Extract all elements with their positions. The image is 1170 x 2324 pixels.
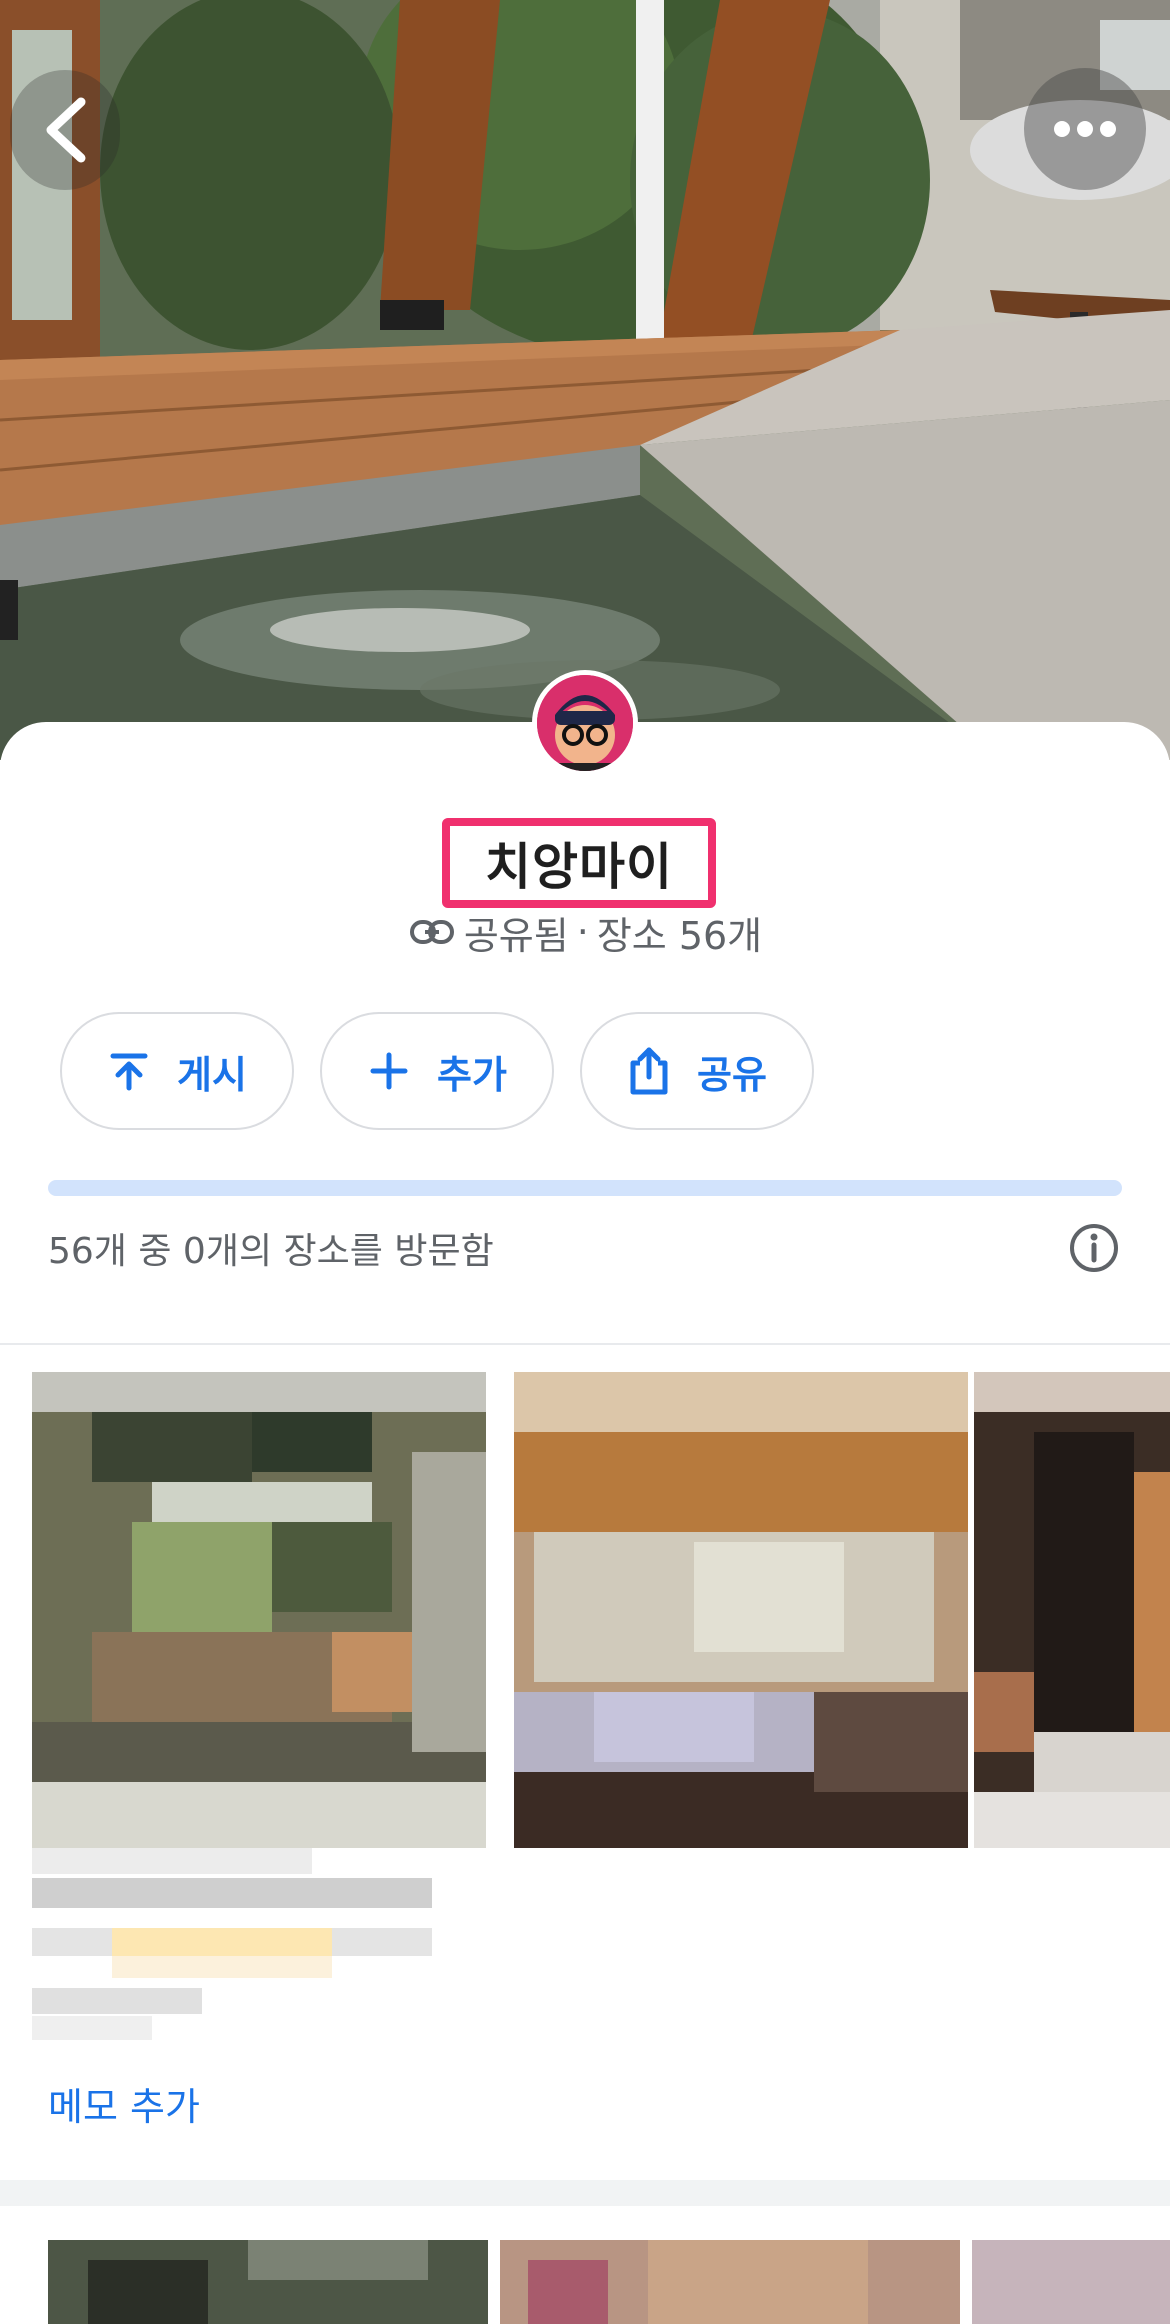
share-button[interactable]: 공유 [580,1012,814,1130]
hero-photo [0,0,1170,760]
shared-label: 공유됨 [463,913,569,958]
info-icon[interactable] [1068,1222,1120,1274]
more-horizontal-icon [1054,121,1116,137]
place-photo[interactable] [974,1372,1170,1848]
post-label: 게시 [177,1052,247,1097]
share-label: 공유 [697,1052,767,1097]
chevron-left-icon [46,97,86,163]
share-icon [627,1047,671,1095]
add-button[interactable]: 추가 [320,1012,554,1130]
visited-count-text: 56개 중 0개의 장소를 방문함 [48,1231,494,1272]
item-separator [0,2180,1170,2206]
add-memo-link[interactable]: 메모 추가 [48,2076,200,2131]
add-label: 추가 [437,1052,507,1097]
list-meta: 공유됨 · 장소 56개 [0,904,1170,960]
section-divider [0,1343,1170,1345]
place-photo[interactable] [514,1372,968,1848]
post-button[interactable]: 게시 [60,1012,294,1130]
action-buttons: 게시 추가 공유 [60,1012,814,1130]
plus-icon [367,1047,411,1095]
list-title: 치앙마이 [485,838,673,896]
visited-progress-bar [48,1180,1122,1196]
back-button[interactable] [10,70,120,190]
list-title-highlight: 치앙마이 [442,818,716,908]
upload-icon [107,1047,151,1095]
place-info-blurred[interactable] [32,1848,472,2044]
meta-separator: · [576,910,589,954]
link-icon [408,912,456,952]
list-detail-screen: 치앙마이 공유됨 · 장소 56개 게시 추가 공유 56개 중 0개의 장소를… [0,0,1170,2324]
place-photos[interactable] [32,1372,1170,1848]
places-count: 장소 56개 [596,913,763,958]
more-options-button[interactable] [1024,68,1146,190]
place-photo[interactable] [32,1372,486,1848]
next-place-photos[interactable] [48,2240,1170,2324]
owner-avatar[interactable] [532,670,638,776]
